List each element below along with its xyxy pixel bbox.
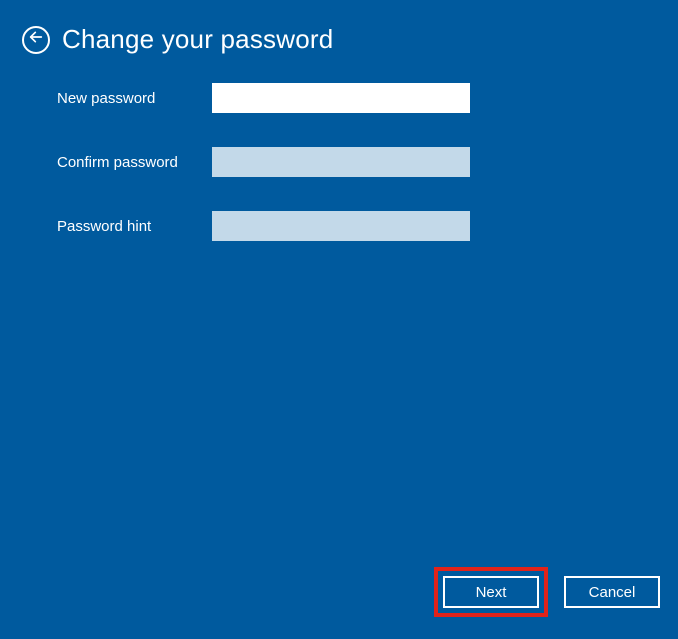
new-password-row: New password (57, 83, 678, 113)
footer-buttons: Next Cancel (434, 567, 660, 617)
password-hint-row: Password hint (57, 211, 678, 241)
next-button[interactable]: Next (443, 576, 539, 608)
arrow-left-icon (28, 29, 44, 50)
password-hint-label: Password hint (57, 218, 212, 235)
confirm-password-label: Confirm password (57, 154, 212, 171)
back-button[interactable] (22, 26, 50, 54)
password-hint-input[interactable] (212, 211, 470, 241)
confirm-password-input[interactable] (212, 147, 470, 177)
page-title: Change your password (62, 24, 333, 55)
new-password-input[interactable] (212, 83, 470, 113)
next-highlight: Next (434, 567, 548, 617)
password-form: New password Confirm password Password h… (0, 55, 678, 241)
new-password-label: New password (57, 90, 212, 107)
confirm-password-row: Confirm password (57, 147, 678, 177)
cancel-button[interactable]: Cancel (564, 576, 660, 608)
